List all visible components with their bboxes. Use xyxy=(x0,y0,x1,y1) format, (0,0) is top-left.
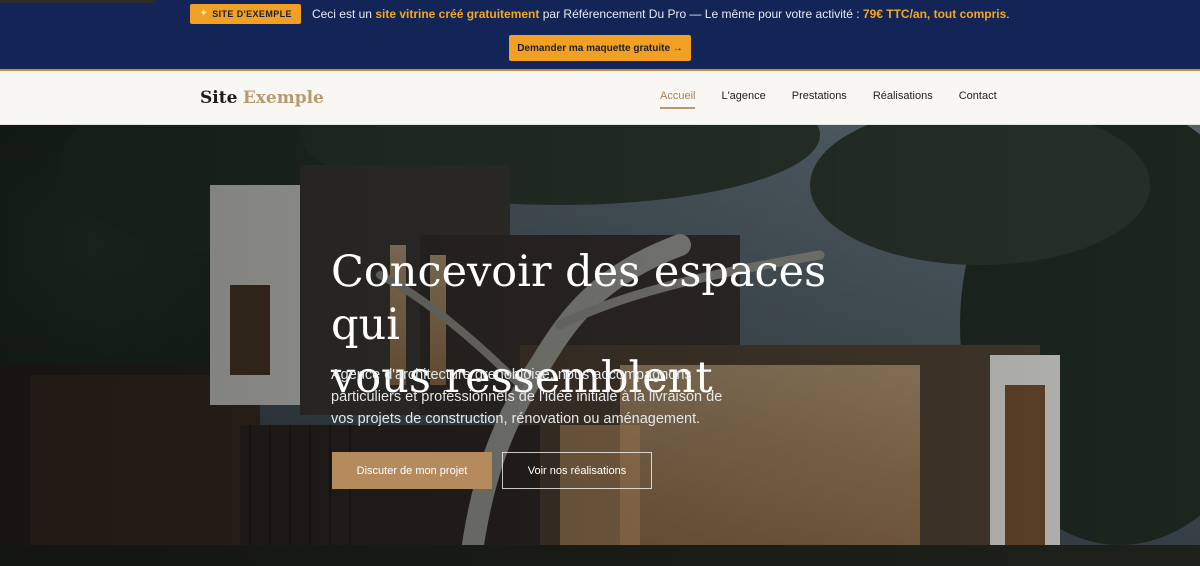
logo-word-site: Site xyxy=(200,88,238,108)
promo-text-middle: par Référencement Du Pro — Le même pour … xyxy=(542,7,860,21)
nav-item-agence[interactable]: L'agence xyxy=(708,89,778,109)
promo-text: Ceci est un site vitrine créé gratuiteme… xyxy=(312,7,1010,21)
site-logo[interactable]: Site Exemple xyxy=(200,87,324,109)
promo-message-row: ✦ SITE D'EXEMPLE Ceci est un site vitrin… xyxy=(0,4,1200,24)
sparkle-icon: ✦ xyxy=(199,8,209,19)
promo-highlight-price: 79€ TTC/an, tout compris xyxy=(862,7,1007,21)
hero-section: Concevoir des espaces qui vous ressemble… xyxy=(0,125,1200,566)
sample-site-badge-label: SITE D'EXEMPLE xyxy=(212,9,292,19)
request-mockup-button[interactable]: Demander ma maquette gratuite → xyxy=(509,35,691,61)
hero-title-line-1: Concevoir des espaces qui xyxy=(331,247,827,350)
hero-subtitle: Agence d'architecture grenobloise, nous … xyxy=(331,367,723,427)
top-divider xyxy=(0,0,155,3)
promo-text-end: . xyxy=(1006,7,1010,21)
promo-highlight-free: site vitrine créé gratuitement xyxy=(375,7,540,21)
main-nav: Accueil L'agence Prestations Réalisation… xyxy=(647,89,1010,109)
nav-item-prestations[interactable]: Prestations xyxy=(779,89,860,109)
nav-item-realisations[interactable]: Réalisations xyxy=(860,89,946,109)
discuss-project-button[interactable]: Discuter de mon projet xyxy=(332,452,492,489)
promo-text-before: Ceci est un xyxy=(311,7,372,21)
promo-banner: ✦ SITE D'EXEMPLE Ceci est un site vitrin… xyxy=(0,0,1200,69)
sample-site-badge: ✦ SITE D'EXEMPLE xyxy=(190,4,301,24)
site-header: Site Exemple Accueil L'agence Prestation… xyxy=(0,71,1200,125)
logo-word-exemple: Exemple xyxy=(242,88,324,108)
nav-item-contact[interactable]: Contact xyxy=(946,89,1010,109)
nav-item-accueil[interactable]: Accueil xyxy=(647,89,708,109)
view-projects-button[interactable]: Voir nos réalisations xyxy=(502,452,652,489)
